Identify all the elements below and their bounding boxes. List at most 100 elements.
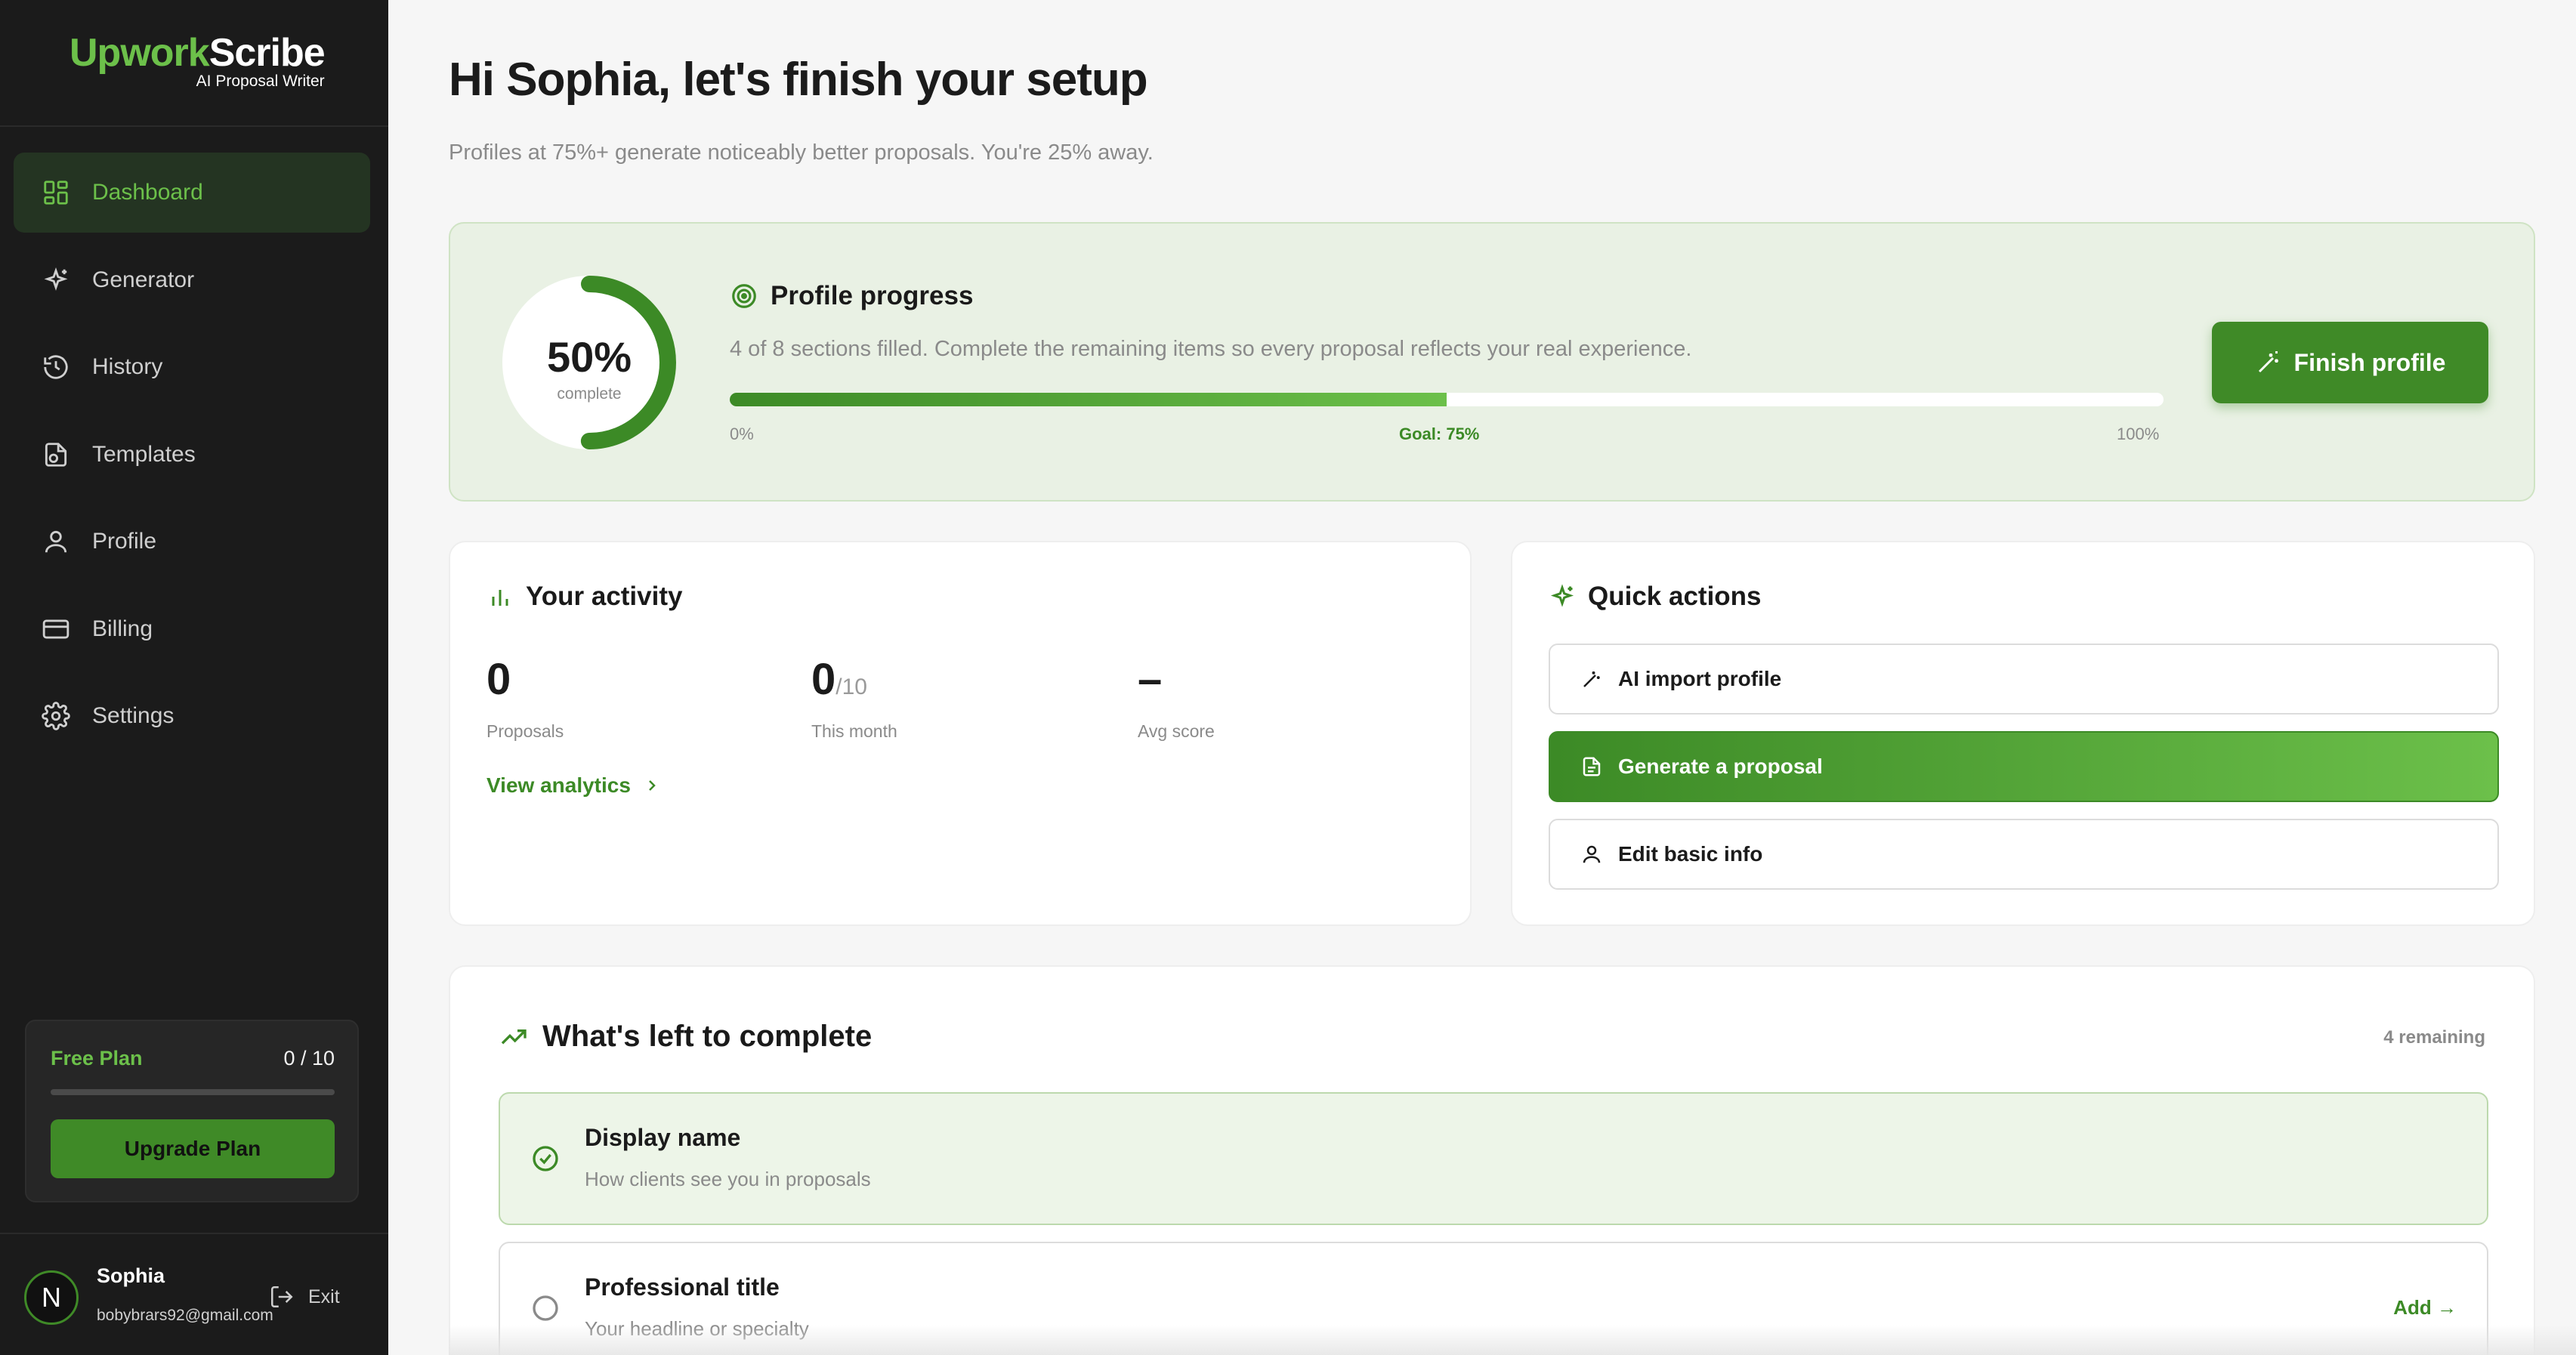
sidebar-nav: Dashboard Generator History Templates Pr… bbox=[14, 153, 370, 764]
magic-wand-icon bbox=[2258, 351, 2278, 373]
templates-icon bbox=[41, 440, 71, 470]
exit-button[interactable]: Exit bbox=[269, 1284, 340, 1310]
credit-card-icon bbox=[41, 614, 71, 644]
sidebar-item-label: Dashboard bbox=[92, 180, 203, 205]
user-email: bobybrars92@gmail.com bbox=[97, 1307, 273, 1324]
dashboard-icon bbox=[41, 177, 71, 208]
progress-description: 4 of 8 sections filled. Complete the rem… bbox=[730, 337, 1692, 361]
logo-area: UpworkScribe AI Proposal Writer bbox=[0, 0, 388, 127]
add-professional-title-button[interactable]: Add → bbox=[2393, 1296, 2457, 1320]
qa-label: Edit basic info bbox=[1618, 842, 1763, 866]
sidebar: UpworkScribe AI Proposal Writer Dashboar… bbox=[0, 0, 388, 1355]
profile-progress-card: 50% complete Profile progress 4 of 8 sec… bbox=[449, 222, 2535, 502]
view-analytics-label: View analytics bbox=[486, 773, 631, 797]
brand-logo[interactable]: UpworkScribe AI Proposal Writer bbox=[69, 30, 326, 90]
activity-title-text: Your activity bbox=[526, 582, 683, 611]
plan-name: Free Plan bbox=[51, 1047, 143, 1069]
trending-up-icon bbox=[501, 1029, 527, 1045]
main-content: Hi Sophia, let's finish your setup Profi… bbox=[388, 0, 2576, 1355]
edit-basic-info-button[interactable]: Edit basic info bbox=[1549, 819, 2499, 890]
stat-label: Avg score bbox=[1138, 721, 1215, 741]
task-display-name[interactable]: Display name How clients see you in prop… bbox=[499, 1092, 2488, 1225]
plan-usage-bar bbox=[51, 1089, 335, 1095]
sidebar-item-billing[interactable]: Billing bbox=[14, 589, 370, 669]
sidebar-item-label: Billing bbox=[92, 616, 153, 641]
stat-suffix: /10 bbox=[836, 674, 867, 699]
progress-percent: 50% bbox=[546, 333, 632, 381]
magic-wand-icon bbox=[1583, 671, 1600, 687]
chevron-right-icon bbox=[649, 780, 656, 791]
qa-label: Generate a proposal bbox=[1618, 755, 1823, 778]
finish-profile-label: Finish profile bbox=[2293, 348, 2446, 376]
sparkle-icon bbox=[1550, 584, 1574, 607]
progress-complete-label: complete bbox=[557, 385, 622, 403]
sidebar-item-settings[interactable]: Settings bbox=[14, 676, 370, 756]
sidebar-item-profile[interactable]: Profile bbox=[14, 502, 370, 582]
stat-value: 0 bbox=[486, 655, 511, 704]
view-analytics-link[interactable]: View analytics bbox=[486, 773, 661, 798]
task-subtitle: How clients see you in proposals bbox=[585, 1168, 871, 1190]
sidebar-item-label: History bbox=[92, 354, 163, 379]
logo-text-upwork: Upwork bbox=[69, 31, 210, 75]
sidebar-item-label: Profile bbox=[92, 529, 157, 554]
sidebar-item-generator[interactable]: Generator bbox=[14, 240, 370, 320]
left-to-complete-title-text: What's left to complete bbox=[542, 1020, 873, 1053]
qa-label: AI import profile bbox=[1618, 667, 1782, 690]
progress-bar bbox=[730, 393, 2164, 406]
sidebar-item-templates[interactable]: Templates bbox=[14, 415, 370, 495]
user-icon bbox=[41, 526, 71, 557]
stat-value: 0 bbox=[811, 655, 836, 704]
gear-icon bbox=[41, 701, 71, 731]
left-to-complete-card: What's left to complete 4 remaining Disp… bbox=[449, 965, 2535, 1355]
history-icon bbox=[41, 352, 71, 382]
avatar[interactable]: N bbox=[24, 1270, 79, 1325]
progress-title: Profile progress bbox=[730, 281, 973, 311]
progress-label-min: 0% bbox=[730, 424, 754, 443]
user-icon bbox=[1583, 845, 1601, 863]
activity-card: Your activity 0 Proposals 0/10 This mont… bbox=[449, 541, 1472, 926]
exit-label: Exit bbox=[308, 1286, 340, 1307]
logout-icon bbox=[270, 1286, 293, 1308]
user-block: N Sophia bobybrars92@gmail.com Exit bbox=[0, 1233, 388, 1355]
quick-actions-card: Quick actions AI import profile Generate… bbox=[1511, 541, 2535, 926]
sidebar-item-history[interactable]: History bbox=[14, 327, 370, 407]
empty-circle-icon bbox=[533, 1295, 558, 1321]
page-title: Hi Sophia, let's finish your setup bbox=[449, 54, 1148, 106]
task-title: Professional title bbox=[585, 1273, 780, 1301]
logo-tagline: AI Proposal Writer bbox=[196, 73, 325, 90]
finish-profile-button[interactable]: Finish profile bbox=[2212, 322, 2488, 403]
stat-proposals: 0 Proposals bbox=[486, 654, 564, 742]
stat-label: This month bbox=[811, 721, 897, 741]
progress-ring: 50% complete bbox=[500, 273, 678, 452]
plan-usage-count: 0 / 10 bbox=[283, 1047, 335, 1069]
upgrade-plan-button[interactable]: Upgrade Plan bbox=[51, 1119, 335, 1178]
progress-label-max: 100% bbox=[2117, 424, 2160, 443]
document-icon bbox=[1583, 757, 1601, 776]
target-icon bbox=[732, 284, 756, 308]
sidebar-item-dashboard[interactable]: Dashboard bbox=[14, 153, 370, 233]
stat-avg-score: – Avg score bbox=[1138, 654, 1215, 742]
stat-label: Proposals bbox=[486, 721, 564, 741]
stat-value: – bbox=[1138, 655, 1163, 704]
page-subtitle: Profiles at 75%+ generate noticeably bet… bbox=[449, 140, 1154, 165]
ai-import-profile-button[interactable]: AI import profile bbox=[1549, 644, 2499, 715]
scroll-fade bbox=[449, 1325, 2576, 1355]
progress-bar-fill bbox=[730, 393, 1447, 406]
quick-actions-title: Quick actions bbox=[1549, 582, 1762, 612]
logo-text-scribe: Scribe bbox=[208, 31, 326, 75]
activity-title: Your activity bbox=[486, 582, 682, 612]
sparkle-icon bbox=[41, 265, 71, 295]
stat-this-month: 0/10 This month bbox=[811, 654, 897, 742]
generate-proposal-button[interactable]: Generate a proposal bbox=[1549, 731, 2499, 802]
sidebar-item-label: Templates bbox=[92, 441, 196, 467]
task-title: Display name bbox=[585, 1124, 741, 1151]
user-name: Sophia bbox=[97, 1264, 165, 1287]
progress-label-goal: Goal: 75% bbox=[1399, 424, 1480, 443]
plan-card: Free Plan 0 / 10 Upgrade Plan bbox=[25, 1020, 359, 1202]
sidebar-item-label: Settings bbox=[92, 703, 175, 728]
left-to-complete-title: What's left to complete bbox=[499, 1020, 872, 1054]
check-circle-icon bbox=[533, 1146, 558, 1171]
bar-chart-icon bbox=[492, 590, 508, 606]
remaining-count: 4 remaining bbox=[2383, 1027, 2485, 1048]
quick-actions-title-text: Quick actions bbox=[1588, 582, 1762, 611]
